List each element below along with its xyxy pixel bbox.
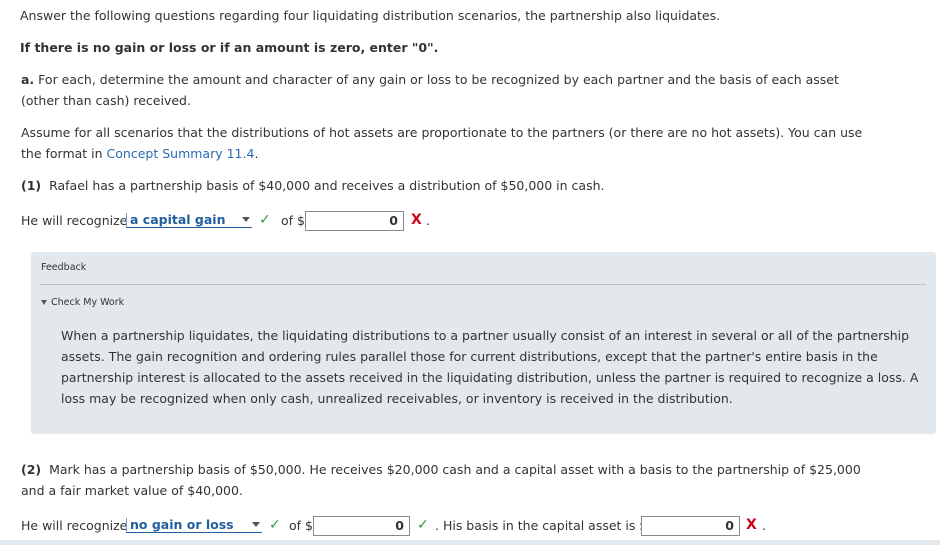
part-a-text: For each, determine the amount and chara… (21, 72, 839, 108)
q2-text: Mark has a partnership basis of $50,000.… (21, 462, 861, 498)
q1-text: Rafael has a partnership basis of $40,00… (49, 178, 605, 193)
q1-question: (1) Rafael has a partnership basis of $4… (21, 178, 605, 193)
check-icon: ✓ (259, 212, 271, 228)
part-a-label: a. (21, 72, 35, 87)
assume-text: Assume for all scenarios that the distri… (21, 122, 881, 164)
q2-basis-label: . His basis in the capital asset is $ (435, 518, 648, 533)
chevron-down-icon (252, 522, 260, 527)
bottom-edge (0, 540, 940, 545)
check-my-work-label: Check My Work (51, 297, 125, 308)
q2-label: (2) (21, 462, 42, 477)
q1-of-label: of $ (281, 213, 305, 228)
q1-character-select[interactable]: a capital gain (126, 213, 252, 228)
zero-instruction: If there is no gain or loss or if an amo… (20, 40, 439, 55)
concept-summary-link[interactable]: Concept Summary 11.4 (107, 146, 255, 161)
q1-label: (1) (21, 178, 42, 193)
chevron-down-icon (242, 217, 250, 222)
q2-period: . (762, 518, 766, 533)
q2-amount-input[interactable]: 0 (313, 516, 410, 536)
part-a: a. For each, determine the amount and ch… (21, 69, 881, 111)
x-icon: X (746, 517, 757, 533)
feedback-divider (40, 284, 926, 285)
q2-prefix: He will recognize (21, 518, 128, 533)
q1-prefix: He will recognize (21, 213, 128, 228)
x-icon: X (411, 212, 422, 228)
q1-selected-value: a capital gain (130, 212, 226, 227)
feedback-body: When a partnership liquidates, the liqui… (61, 328, 919, 406)
check-icon: ✓ (269, 517, 281, 533)
q1-period: . (426, 213, 430, 228)
intro-text: Answer the following questions regarding… (20, 8, 721, 23)
q1-amount-input[interactable]: 0 (305, 211, 404, 231)
check-icon: ✓ (417, 517, 429, 533)
q2-selected-value: no gain or loss (130, 517, 234, 532)
assume-tail: . (254, 146, 259, 161)
triangle-down-icon (41, 300, 47, 305)
feedback-title: Feedback (41, 262, 87, 273)
q2-basis-input[interactable]: 0 (641, 516, 740, 536)
q2-of-label: of $ (289, 518, 313, 533)
q2-character-select[interactable]: no gain or loss (126, 518, 262, 533)
q2-question: (2) Mark has a partnership basis of $50,… (21, 459, 881, 501)
